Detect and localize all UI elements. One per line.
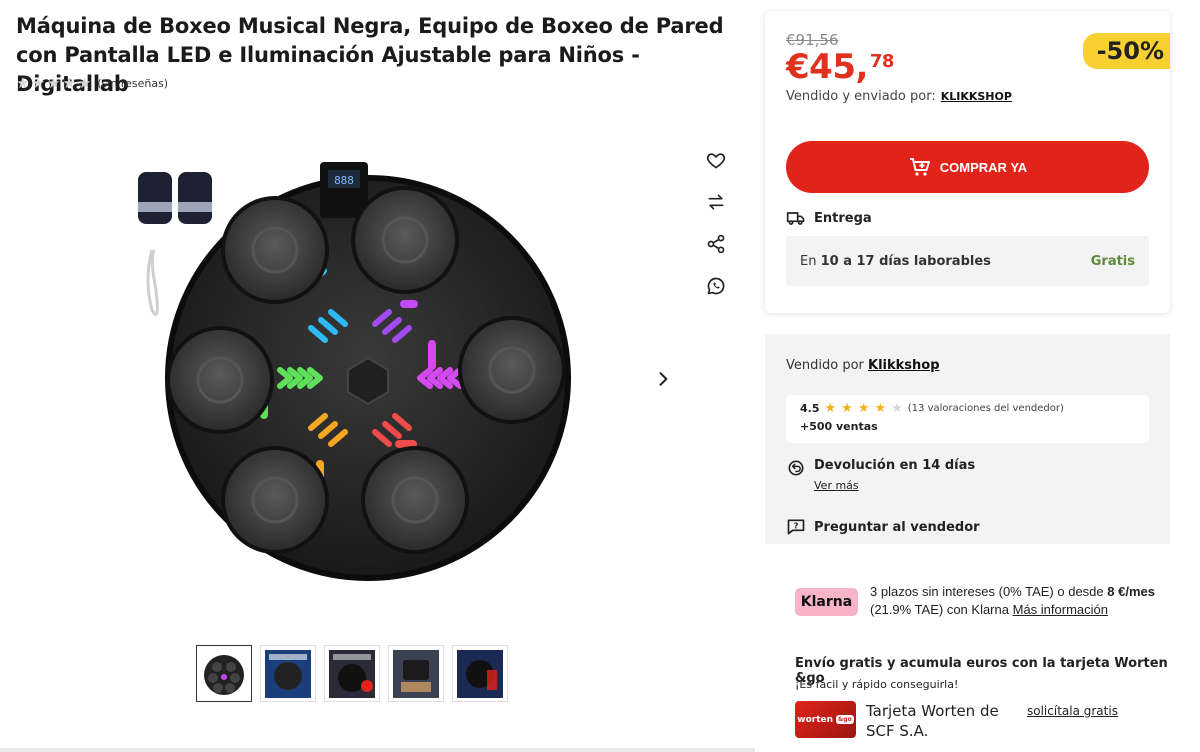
seller-ratings-count: (13 valoraciones del vendedor): [907, 403, 1064, 414]
product-actions: [700, 150, 732, 296]
star-icon: ★: [16, 74, 30, 92]
buy-now-label: COMPRAR YA: [939, 159, 1028, 175]
klarna-logo: Klarna: [795, 588, 858, 616]
seller-sales: +500 ventas: [800, 420, 878, 433]
star-icon: ★: [46, 74, 61, 92]
star-icon: ★: [857, 401, 870, 416]
thumbnail-strip: [196, 645, 508, 702]
share-icon: [707, 234, 725, 254]
ask-seller-label: Preguntar al vendedor: [814, 519, 980, 535]
klarna-text: 3 plazos sin intereses (0% TAE) o desde …: [870, 583, 1170, 619]
thumbnail-3[interactable]: [324, 645, 380, 702]
price-cents: 78: [869, 51, 895, 72]
ask-seller-button[interactable]: ? Preguntar al vendedor: [786, 517, 980, 537]
klarna-financing: Klarna 3 plazos sin intereses (0% TAE) o…: [795, 583, 1170, 619]
svg-text:?: ?: [794, 521, 799, 531]
whatsapp-icon: [707, 277, 725, 295]
delivery-heading: Entrega: [786, 208, 872, 228]
worten-card-name: Tarjeta Worten de SCF S.A.: [866, 702, 999, 740]
star-icon: ★: [77, 74, 92, 92]
price-main: €45,: [786, 47, 868, 87]
klarna-more-info-link[interactable]: Más información: [1013, 602, 1108, 617]
truck-icon: [786, 212, 805, 225]
delivery-option: En 10 a 17 días laborables Gratis: [786, 236, 1149, 286]
heart-icon: [706, 153, 726, 169]
seller-name-link[interactable]: Klikkshop: [868, 358, 940, 373]
cart-icon: [909, 158, 930, 176]
product-main-image[interactable]: 888: [120, 140, 590, 610]
thumbnail-image: [329, 649, 375, 698]
sold-by-label: Vendido y enviado por:: [786, 89, 936, 104]
discount-badge: -50%: [1082, 33, 1170, 69]
return-policy: Devolución en 14 días Ver más: [786, 458, 975, 492]
chevron-right-icon: [659, 372, 668, 386]
svg-text:888: 888: [334, 174, 354, 187]
buy-box: €91,56 €45, 78 -50% Vendido y enviado po…: [765, 11, 1170, 313]
delivery-cost: Gratis: [1090, 253, 1135, 269]
current-price: €45, 78: [786, 47, 894, 87]
thumbnail-5[interactable]: [452, 645, 508, 702]
thumbnail-1[interactable]: [196, 645, 252, 702]
favorite-button[interactable]: [700, 150, 732, 170]
reviews-count[interactable]: (sin reseñas): [97, 77, 168, 90]
compare-button[interactable]: [700, 192, 732, 212]
worten-card-tag: &go: [836, 715, 854, 724]
sold-shipped-by: Vendido y enviado por: KLIKKSHOP: [786, 89, 1012, 104]
worten-card-offer: worten &go Tarjeta Worten de SCF S.A. so…: [795, 701, 1118, 741]
star-half-icon: ★: [891, 401, 903, 416]
product-rating[interactable]: ★ ★ ★ ★ ★ (sin reseñas): [16, 76, 168, 91]
buy-now-button[interactable]: COMPRAR YA: [786, 141, 1149, 193]
seller-link[interactable]: KLIKKSHOP: [941, 90, 1012, 103]
whatsapp-button[interactable]: [700, 276, 732, 296]
delivery-range: 10 a 17 días laborables: [820, 253, 991, 269]
worten-card-image: worten &go: [795, 701, 856, 738]
delivery-prefix: En: [800, 253, 817, 269]
return-title: Devolución en 14 días: [814, 458, 976, 473]
thumbnail-4[interactable]: [388, 645, 444, 702]
thumbnail-image: [393, 649, 439, 698]
seller-info: Vendido por Klikkshop: [786, 358, 940, 373]
return-icon: [788, 460, 804, 476]
star-icon: ★: [31, 74, 45, 92]
star-icon: ★: [62, 74, 76, 92]
star-icon: ★: [874, 401, 887, 416]
thumbnail-image: [204, 654, 244, 695]
thumbnail-image: [457, 649, 503, 698]
seller-panel: Vendido por Klikkshop 4.5 ★ ★ ★ ★ ★ (13 …: [765, 334, 1170, 544]
worten-apply-link[interactable]: solicítala gratis: [1027, 704, 1118, 741]
klarna-amount: 8 €/mes: [1107, 584, 1155, 599]
thumbnail-2[interactable]: [260, 645, 316, 702]
worten-card-promo-subtitle: ¡Es fácil y rápido conseguirla!: [795, 678, 959, 691]
thumbnail-image: [265, 649, 311, 698]
klarna-text-b: (21.9% TAE) con Klarna: [870, 602, 1009, 617]
worten-card-brand: worten: [797, 714, 834, 725]
star-icon: ★: [824, 401, 837, 416]
sold-by-label: Vendido por: [786, 358, 864, 373]
seller-rating-card: 4.5 ★ ★ ★ ★ ★ (13 valoraciones del vende…: [786, 395, 1149, 443]
return-more-link[interactable]: Ver más: [814, 479, 975, 492]
klarna-text-a: 3 plazos sin intereses (0% TAE) o desde: [870, 584, 1104, 599]
compare-icon: [708, 194, 724, 210]
gallery-next-button[interactable]: [650, 366, 676, 392]
rating-stars: ★ ★ ★ ★ ★: [16, 76, 91, 91]
seller-score: 4.5: [800, 402, 820, 415]
boxing-machine-image: 888: [138, 162, 571, 581]
star-icon: ★: [841, 401, 853, 416]
delivery-label: Entrega: [814, 210, 872, 226]
share-button[interactable]: [700, 234, 732, 254]
gloves-accessory: [138, 172, 212, 224]
divider: [0, 748, 755, 752]
chat-icon: ?: [787, 519, 805, 535]
delivery-time: En 10 a 17 días laborables: [800, 254, 991, 269]
